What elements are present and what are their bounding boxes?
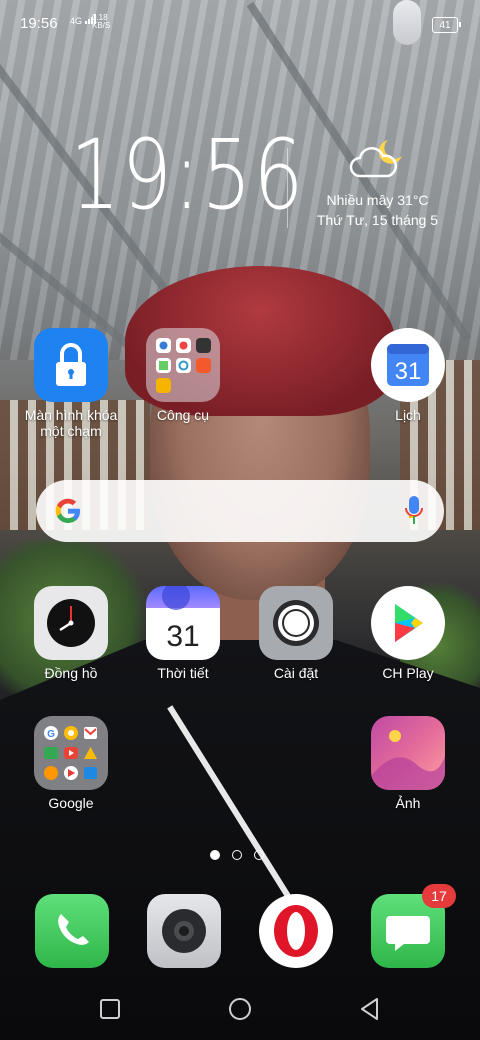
app-label: Thời tiết (157, 665, 209, 681)
app-clock[interactable]: Đồng hồ (16, 586, 126, 681)
svg-text:G: G (47, 729, 55, 740)
widget-divider (287, 148, 288, 228)
network-type: 4G (70, 16, 83, 26)
page-dot-2[interactable] (232, 850, 242, 860)
calendar-icon[interactable]: 31 (371, 328, 445, 402)
photos-icon[interactable] (371, 716, 445, 790)
gear-icon[interactable] (259, 586, 333, 660)
home-icon[interactable] (227, 996, 253, 1022)
status-bar: 19:56 4G 0.18 KB/S 41 (0, 0, 480, 48)
google-logo-icon[interactable] (52, 495, 84, 527)
page-dot-1[interactable] (210, 850, 220, 860)
app-label: Cài đặt (273, 665, 319, 681)
app-one-tap-lock[interactable]: Màn hình khóa một chạm (16, 328, 126, 439)
opera-icon[interactable] (259, 894, 333, 968)
weather-text[interactable]: Nhiều mây 31°C (300, 192, 455, 208)
google-search-bar[interactable] (36, 480, 444, 542)
status-time: 19:56 (20, 15, 58, 32)
app-play-store[interactable]: CH Play (353, 586, 463, 681)
recent-apps-icon[interactable] (97, 996, 123, 1022)
camera-icon[interactable] (147, 894, 221, 968)
play-store-icon[interactable] (371, 586, 445, 660)
app-label: Đồng hồ (44, 665, 98, 681)
weather-icon[interactable]: 31 (146, 586, 220, 660)
date-text[interactable]: Thứ Tư, 15 tháng 5 (300, 212, 455, 228)
page-indicator[interactable] (210, 850, 270, 862)
big-clock[interactable]: 19:56 (70, 120, 303, 230)
folder-tools-icon[interactable] (146, 328, 220, 402)
messages-badge: 17 (422, 884, 456, 908)
lock-icon[interactable] (34, 328, 108, 402)
app-weather[interactable]: 31 Thời tiết (128, 586, 238, 681)
notification-pill[interactable] (393, 0, 421, 45)
app-label: Google (48, 795, 94, 811)
folder-tools[interactable]: Công cụ (128, 328, 238, 423)
page-dot-3[interactable] (254, 850, 264, 860)
app-label: Màn hình khóa một chạm (24, 407, 118, 439)
battery-level: 41 (439, 19, 451, 31)
cloud-moon-icon[interactable] (348, 136, 406, 180)
folder-google[interactable]: G Google (16, 716, 126, 811)
weather-day: 31 (166, 620, 199, 653)
back-icon[interactable] (357, 996, 383, 1022)
mic-icon[interactable] (404, 494, 424, 528)
app-label: Ảnh (395, 795, 421, 811)
battery-icon: 41 (432, 17, 461, 33)
app-label: CH Play (382, 665, 434, 681)
app-settings[interactable]: Cài đặt (241, 586, 351, 681)
app-label: Lịch (395, 407, 421, 423)
app-calendar[interactable]: 31 Lịch (353, 328, 463, 423)
folder-google-icon[interactable]: G (34, 716, 108, 790)
phone-icon[interactable] (35, 894, 109, 968)
app-label: Công cụ (156, 407, 210, 423)
app-photos[interactable]: Ảnh (353, 716, 463, 811)
calendar-day: 31 (395, 358, 422, 385)
clock-icon[interactable] (34, 586, 108, 660)
net-speed: 0.18 KB/S (92, 13, 111, 30)
navigation-bar (0, 980, 480, 1040)
